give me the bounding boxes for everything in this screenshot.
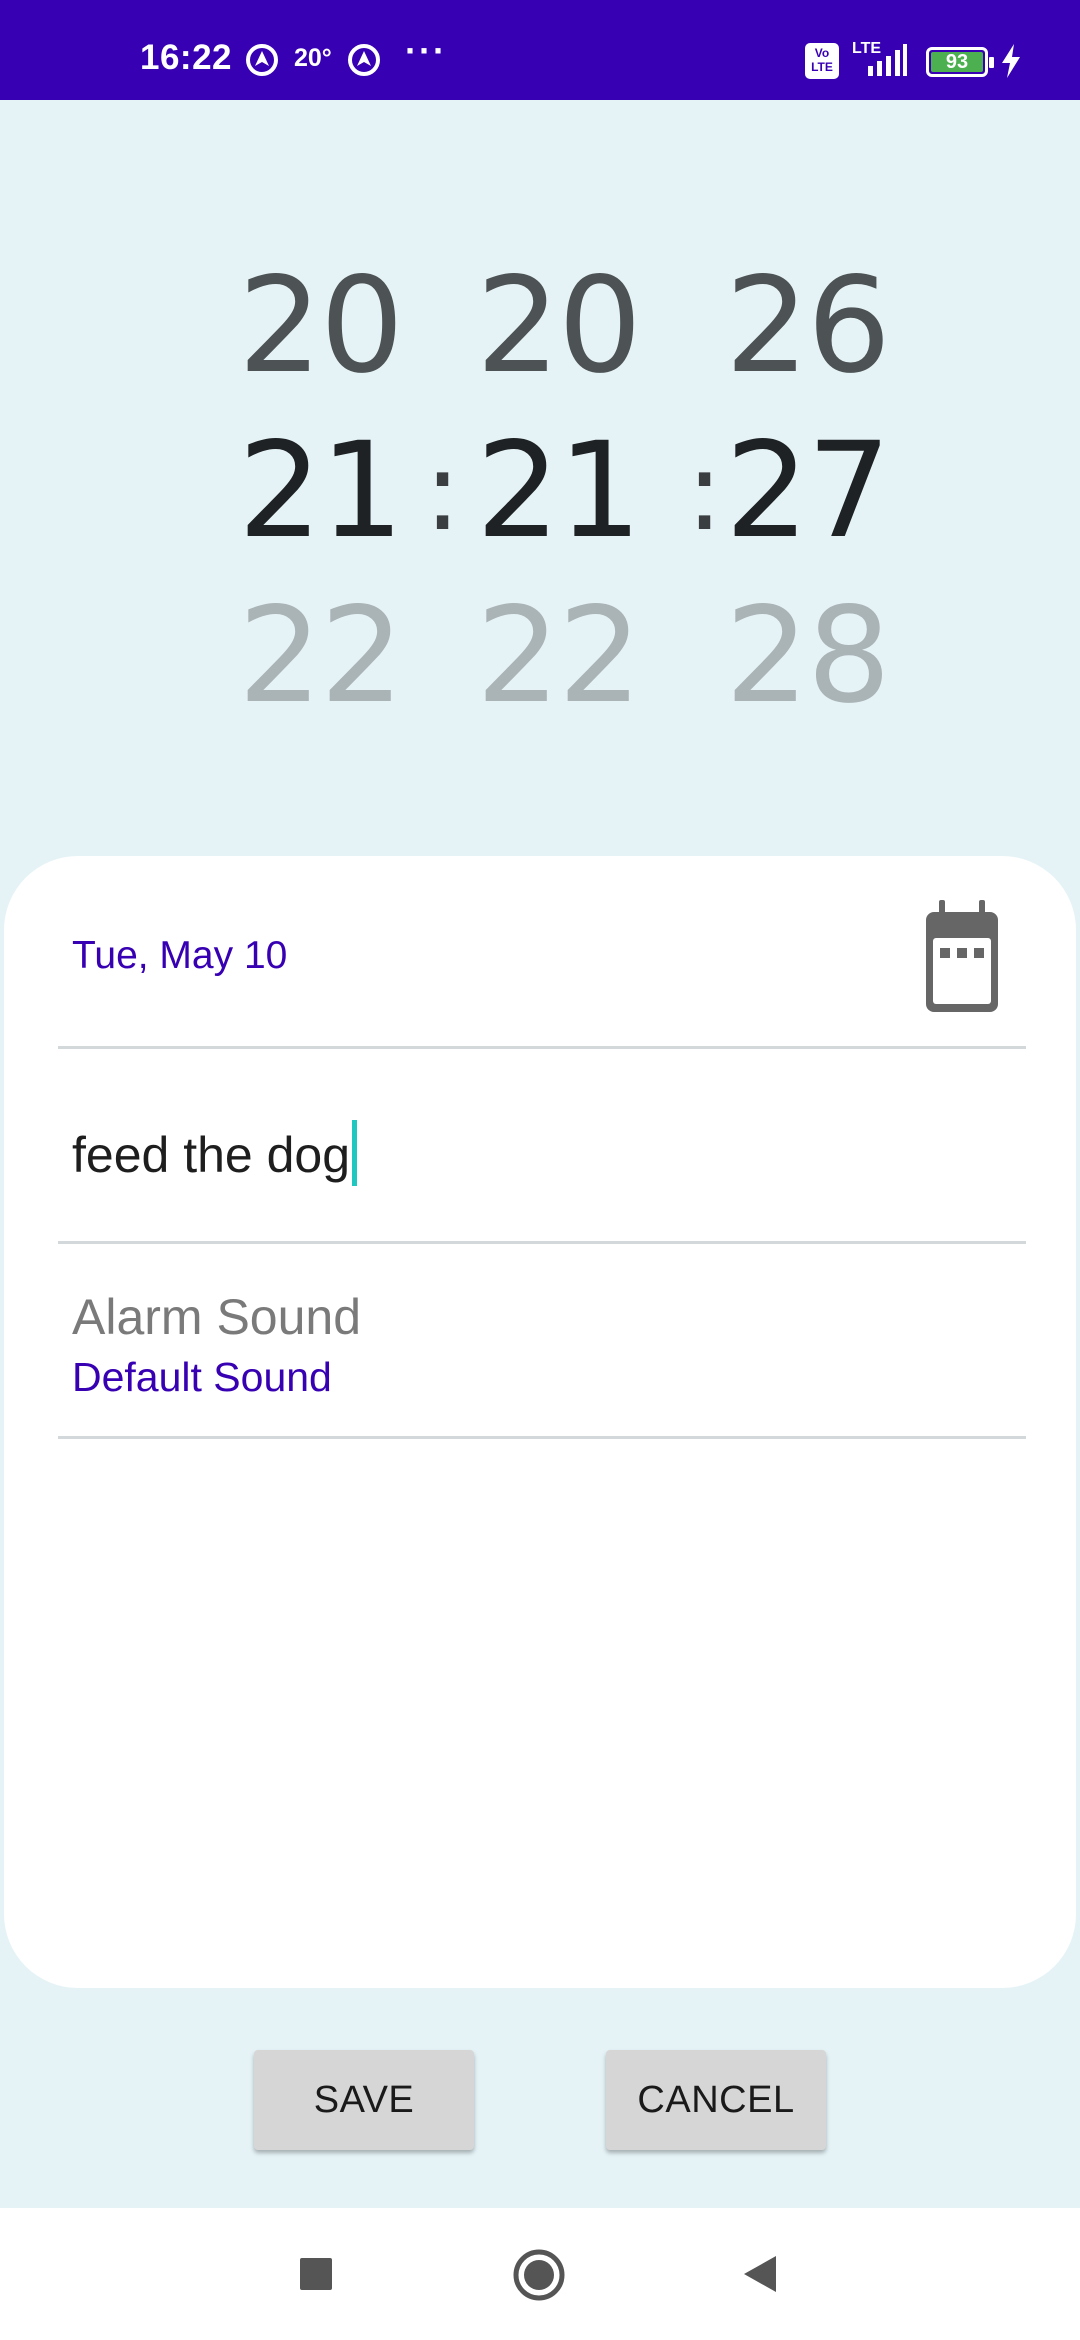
minute-next[interactable]: 22: [473, 590, 643, 722]
hour-prev[interactable]: 20: [235, 260, 405, 392]
location-icon: [348, 44, 380, 76]
hour-selected[interactable]: 21: [235, 425, 405, 557]
task-text: feed the dog: [72, 1127, 351, 1183]
back-triangle-icon[interactable]: [742, 2254, 778, 2294]
alarm-form-card: Tue, May 10 feed the dog Alarm Sound Def…: [4, 856, 1076, 1988]
time-separator: :: [424, 427, 462, 555]
second-selected[interactable]: 27: [722, 425, 892, 557]
divider: [58, 1436, 1026, 1439]
second-prev[interactable]: 26: [722, 260, 892, 392]
alarm-sound-value: Default Sound: [72, 1354, 332, 1400]
calendar-icon[interactable]: [924, 898, 1000, 1014]
location-icon: [246, 44, 278, 76]
status-bar: 16:22 20° ··· Vo LTE LTE 93: [0, 0, 1080, 100]
recents-square-icon[interactable]: [300, 2258, 332, 2290]
more-notifications-icon: ···: [405, 30, 447, 71]
divider: [58, 1241, 1026, 1244]
divider: [58, 1046, 1026, 1049]
status-temperature: 20°: [294, 44, 332, 72]
volte-icon: Vo LTE: [805, 43, 839, 79]
date-field[interactable]: Tue, May 10: [72, 934, 287, 978]
minute-selected[interactable]: 21: [473, 425, 643, 557]
time-separator: :: [686, 427, 724, 555]
charging-bolt-icon: [1002, 44, 1020, 78]
battery-level: 93: [931, 52, 983, 72]
save-button[interactable]: SAVE: [254, 2050, 474, 2150]
alarm-sound-label: Alarm Sound: [72, 1289, 362, 1345]
second-next[interactable]: 28: [722, 590, 892, 722]
battery-icon: 93: [926, 47, 994, 77]
signal-icon: [868, 44, 907, 76]
minute-prev[interactable]: 20: [473, 260, 643, 392]
hour-next[interactable]: 22: [235, 590, 405, 722]
task-text-input[interactable]: feed the dog: [72, 1120, 358, 1186]
system-nav-bar: [0, 2208, 1080, 2340]
home-circle-icon[interactable]: [512, 2248, 566, 2302]
text-cursor: [352, 1120, 358, 1186]
screen: 16:22 20° ··· Vo LTE LTE 93 20 21 22: 2…: [0, 0, 1080, 2340]
time-picker: 20 21 22 : 20 21 22 : 26 27 28: [0, 220, 1080, 722]
status-time: 16:22: [140, 38, 233, 77]
cancel-button[interactable]: CANCEL: [606, 2050, 826, 2150]
